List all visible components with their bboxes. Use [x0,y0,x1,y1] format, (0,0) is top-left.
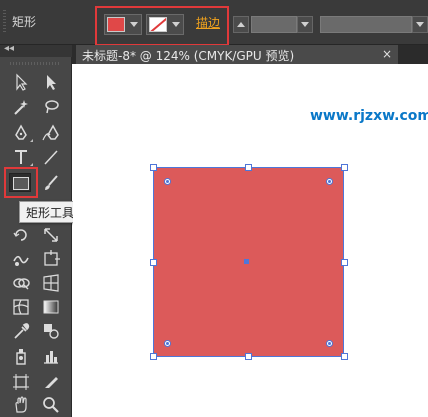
close-icon[interactable]: × [382,47,392,61]
mesh-tool[interactable] [8,296,34,318]
free-transform-icon [44,250,60,266]
stroke-weight-increment[interactable] [233,16,249,33]
zoom-tool[interactable] [38,394,64,416]
column-graph-tool[interactable] [38,345,64,367]
current-tool-label: 矩形 [12,15,37,29]
shape-builder-icon [13,278,30,290]
paintbrush-tool[interactable] [38,172,64,194]
line-segment-icon [44,150,58,165]
magic-wand-tool[interactable] [8,96,34,118]
slice-knife-icon [45,377,58,388]
artboard-tool[interactable] [8,371,34,393]
type-t-icon [15,150,27,164]
blend-icon [44,324,59,339]
variable-width-profile-field[interactable] [320,16,412,33]
column-graph-icon [44,351,58,364]
document-tab[interactable]: 未标题-8* @ 124% (CMYK/GPU 预览) × [76,45,398,64]
document-tab-strip: 未标题-8* @ 124% (CMYK/GPU 预览) × [72,45,428,64]
fill-color-button[interactable] [104,14,142,35]
rotate-icon [13,229,27,241]
scale-tool[interactable] [38,224,64,246]
corner-radius-widget[interactable] [164,178,171,185]
watermark-text: www.rjzxw.com [310,108,428,124]
shape-center-point [244,259,249,264]
direct-selection-arrow-icon [47,75,56,90]
resize-handle-bottom-right[interactable] [341,353,348,360]
warp-tool[interactable] [8,248,34,270]
corner-radius-widget[interactable] [326,340,333,347]
pen-curve-icon [42,124,59,141]
resize-handle-top-left[interactable] [150,164,157,171]
chevron-down-icon [301,22,309,27]
corner-radius-widget[interactable] [326,178,333,185]
resize-handle-bottom[interactable] [245,353,252,360]
free-transform-tool[interactable] [38,248,64,270]
rotate-tool[interactable] [8,224,34,246]
rectangle-tool[interactable] [9,173,31,192]
control-bar-grip[interactable] [3,10,6,34]
resize-handle-right[interactable] [341,259,348,266]
resize-handle-bottom-left[interactable] [150,353,157,360]
collapse-icon[interactable]: ◂◂ [4,43,14,54]
artboard-icon [13,374,29,390]
selection-tool[interactable] [8,71,34,93]
warp-icon [13,255,29,266]
stroke-none-swatch [149,17,167,32]
pen-nib-icon [15,124,27,140]
paintbrush-icon [45,175,58,190]
perspective-grid-tool[interactable] [38,272,64,294]
direct-selection-tool[interactable] [38,71,64,93]
tools-panel-header: ◂◂ [0,43,72,57]
zoom-magnifier-icon [43,397,59,413]
tool-group-indicator [30,163,33,166]
eyedropper-tool[interactable] [8,320,34,342]
selection-arrow-icon [16,73,28,91]
perspective-grid-icon [43,274,59,292]
blend-tool[interactable] [38,320,64,342]
variable-width-profile-dropdown[interactable] [412,16,428,33]
symbol-sprayer-tool[interactable] [8,345,34,367]
chevron-down-icon [130,22,138,27]
stroke-panel-link[interactable]: 描边 [196,14,220,31]
tools-panel-grip[interactable] [10,62,60,65]
gradient-tool[interactable] [38,296,64,318]
stroke-weight-field[interactable] [251,16,297,33]
hand-tool[interactable] [8,394,34,416]
hand-icon [15,396,27,413]
line-segment-tool[interactable] [38,146,64,168]
symbol-sprayer-icon [16,349,26,365]
eyedropper-icon [14,323,30,339]
resize-handle-left[interactable] [150,259,157,266]
type-tool[interactable] [8,146,34,168]
shape-builder-tool[interactable] [8,272,34,294]
lasso-icon [45,100,59,114]
mesh-icon [13,299,29,315]
stroke-weight-dropdown[interactable] [297,16,313,33]
curvature-tool[interactable] [38,122,64,144]
pen-tool[interactable] [8,122,34,144]
stroke-color-button[interactable] [146,14,184,35]
control-bar: 矩形 描边 [0,0,428,46]
scale-icon [44,228,58,242]
magic-wand-icon [14,100,28,115]
resize-handle-top[interactable] [245,164,252,171]
chevron-down-icon [172,22,180,27]
lasso-tool[interactable] [38,96,64,118]
tool-group-indicator [30,139,33,142]
corner-radius-widget[interactable] [164,340,171,347]
resize-handle-top-right[interactable] [341,164,348,171]
chevron-down-icon [416,22,424,27]
slice-tool[interactable] [38,371,64,393]
gradient-icon [43,300,59,314]
document-tab-title: 未标题-8* @ 124% (CMYK/GPU 预览) [82,49,295,63]
fill-swatch [107,17,125,32]
